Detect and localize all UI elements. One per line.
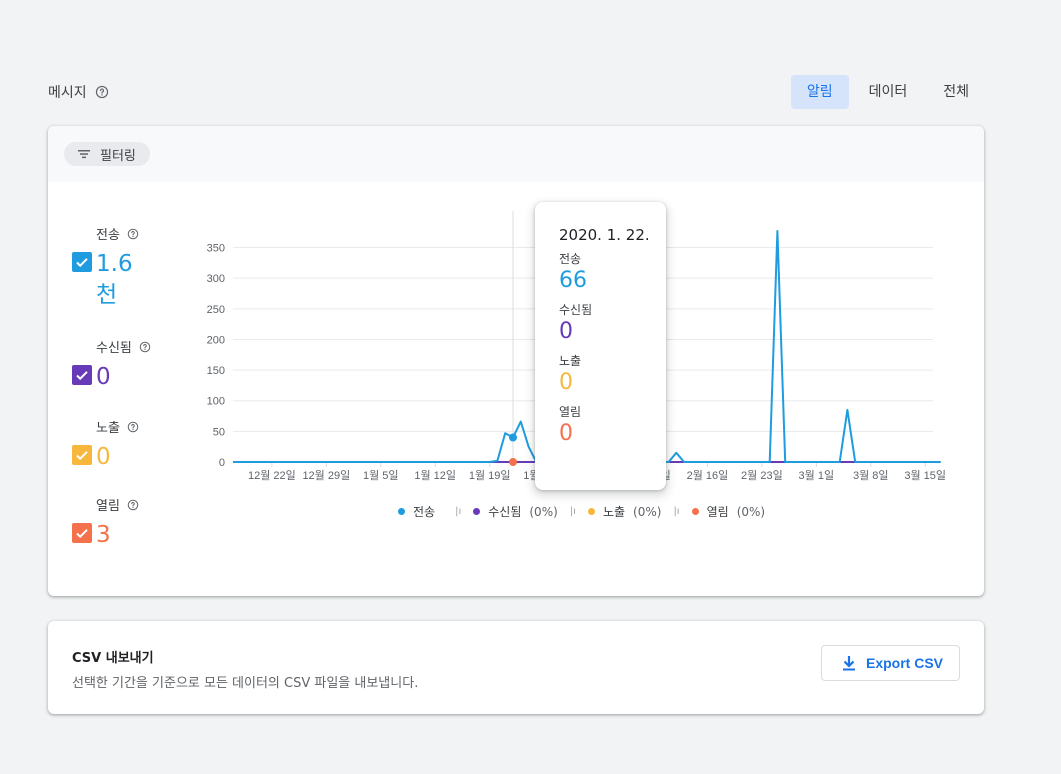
metric-label: 수신됨 xyxy=(96,337,162,356)
legend-percent: (0%) xyxy=(633,504,662,519)
filter-icon xyxy=(78,150,90,159)
y-tick-label: 300 xyxy=(207,273,225,285)
metric-value: 0 xyxy=(96,364,111,390)
x-tick-label: 12월 29일 xyxy=(302,468,350,482)
tooltip-label: 열림 xyxy=(559,405,582,419)
hover-point-opens xyxy=(509,458,517,466)
tooltip-value: 66 xyxy=(559,268,587,293)
help-icon[interactable] xyxy=(127,228,139,240)
download-icon xyxy=(842,656,855,671)
chart-tooltip: 2020. 1. 22. 전송 66 수신됨 0 노출 0 열림 0 xyxy=(535,202,666,490)
y-tick-label: 200 xyxy=(207,334,225,346)
y-tick-label: 0 xyxy=(219,457,225,469)
filter-bar: 필터링 xyxy=(48,126,984,182)
filter-button[interactable]: 필터링 xyxy=(64,142,150,166)
metric-checkbox[interactable] xyxy=(72,523,92,543)
legend-item[interactable]: 수신됨 (0%) xyxy=(473,503,558,520)
metric-sent: 전송 1.6천 xyxy=(72,224,162,311)
legend-dot xyxy=(587,508,595,515)
legend-dot xyxy=(473,508,481,515)
page: 메시지 알림 데이터 전체 필터링 전송 1.6천수신됨 0 노출 0 열림 3 0 50 10… xyxy=(0,0,1061,774)
legend-item[interactable]: 열림 (0%) xyxy=(691,503,766,520)
x-tick-label: 3월 8일 xyxy=(853,468,889,482)
check-icon xyxy=(76,371,88,381)
tooltip-date: 2020. 1. 22. xyxy=(559,226,650,244)
export-csv-button[interactable]: Export CSV xyxy=(820,645,960,681)
csv-export-card: CSV 내보내기 선택한 기간을 기준으로 모든 데이터의 CSV 파일을 내보… xyxy=(48,621,984,714)
check-icon xyxy=(76,451,88,461)
metric-impressions: 노출 0 xyxy=(72,417,162,473)
x-tick-label: 1월 19일 xyxy=(469,468,511,482)
metric-label: 노출 xyxy=(96,417,162,436)
y-tick-label: 50 xyxy=(213,426,225,438)
metric-opens: 열림 3 xyxy=(72,495,162,551)
metric-value: 0 xyxy=(96,444,111,470)
legend-label: 열림 xyxy=(706,505,729,519)
y-tick-label: 150 xyxy=(207,365,225,377)
legend-separator: |ı xyxy=(569,506,576,517)
metric-label: 전송 xyxy=(96,224,162,243)
legend-separator: |ı xyxy=(673,506,680,517)
tooltip-value: 0 xyxy=(559,370,573,395)
help-icon[interactable] xyxy=(139,341,151,353)
filter-label: 필터링 xyxy=(100,148,136,164)
metric-checkbox[interactable] xyxy=(72,252,92,272)
legend-dot xyxy=(398,508,405,515)
y-tick-label: 100 xyxy=(207,396,225,408)
page-header: 메시지 xyxy=(48,82,109,102)
tooltip-label: 전송 xyxy=(559,252,582,266)
x-tick-label: 3월 1일 xyxy=(799,468,835,482)
chart-legend: 전송 |ı 수신됨 (0%) |ı 노출 (0%) |ı 열림 (0%) xyxy=(398,503,765,520)
legend-dot xyxy=(691,508,699,515)
metric-label-text: 열림 xyxy=(96,499,120,514)
report-card: 필터링 전송 1.6천 수신됨 0 노출 0 열림 3 0 50 100 150 200 250 300 3… xyxy=(48,126,984,596)
hover-point-sent xyxy=(509,433,517,442)
check-icon xyxy=(76,529,88,539)
check-icon xyxy=(76,258,88,268)
metric-label-text: 노출 xyxy=(96,421,120,436)
page-title: 메시지 xyxy=(48,85,87,101)
csv-title: CSV 내보내기 xyxy=(72,651,154,666)
tab-all[interactable]: 전체 xyxy=(927,75,985,109)
legend-label: 전송 xyxy=(413,505,436,519)
csv-description: 선택한 기간을 기준으로 모든 데이터의 CSV 파일을 내보냅니다. xyxy=(72,676,419,691)
tooltip-value: 0 xyxy=(559,421,573,446)
legend-label: 수신됨 xyxy=(488,505,522,519)
legend-percent: (0%) xyxy=(529,504,558,519)
help-icon[interactable] xyxy=(127,421,139,433)
x-tick-label: 12월 22일 xyxy=(248,468,296,482)
metric-received: 수신됨 0 xyxy=(72,337,162,393)
x-tick-label: 2월 23일 xyxy=(741,468,783,482)
y-tick-label: 350 xyxy=(207,243,225,255)
metric-checkbox[interactable] xyxy=(72,445,92,465)
metric-value: 1.6천 xyxy=(96,251,133,308)
legend-label: 노출 xyxy=(602,505,626,519)
legend-item[interactable]: 전송 xyxy=(398,503,443,520)
tooltip-value: 0 xyxy=(559,319,573,344)
legend-separator: |ı xyxy=(455,506,462,517)
metric-label: 열림 xyxy=(96,495,162,514)
export-csv-label: Export CSV xyxy=(865,655,943,671)
tooltip-label: 수신됨 xyxy=(559,303,593,317)
x-tick-label: 1월 12일 xyxy=(414,468,456,482)
legend-item[interactable]: 노출 (0%) xyxy=(587,503,662,520)
x-tick-label: 2월 16일 xyxy=(687,468,729,482)
help-icon[interactable] xyxy=(95,85,109,99)
metric-label-text: 수신됨 xyxy=(96,341,132,356)
tab-data[interactable]: 데이터 xyxy=(853,75,924,109)
view-tabs: 알림 데이터 전체 xyxy=(790,75,985,109)
y-tick-label: 250 xyxy=(207,304,225,316)
x-tick-label: 1월 5일 xyxy=(363,468,399,482)
metric-value: 3 xyxy=(96,522,111,548)
tooltip-label: 노출 xyxy=(559,354,582,368)
metric-label-text: 전송 xyxy=(96,228,120,243)
tab-notifications[interactable]: 알림 xyxy=(790,75,849,109)
metric-checkbox[interactable] xyxy=(72,365,92,385)
help-icon[interactable] xyxy=(127,499,139,511)
legend-percent: (0%) xyxy=(736,504,766,519)
x-tick-label: 3월 15일 xyxy=(904,468,946,482)
